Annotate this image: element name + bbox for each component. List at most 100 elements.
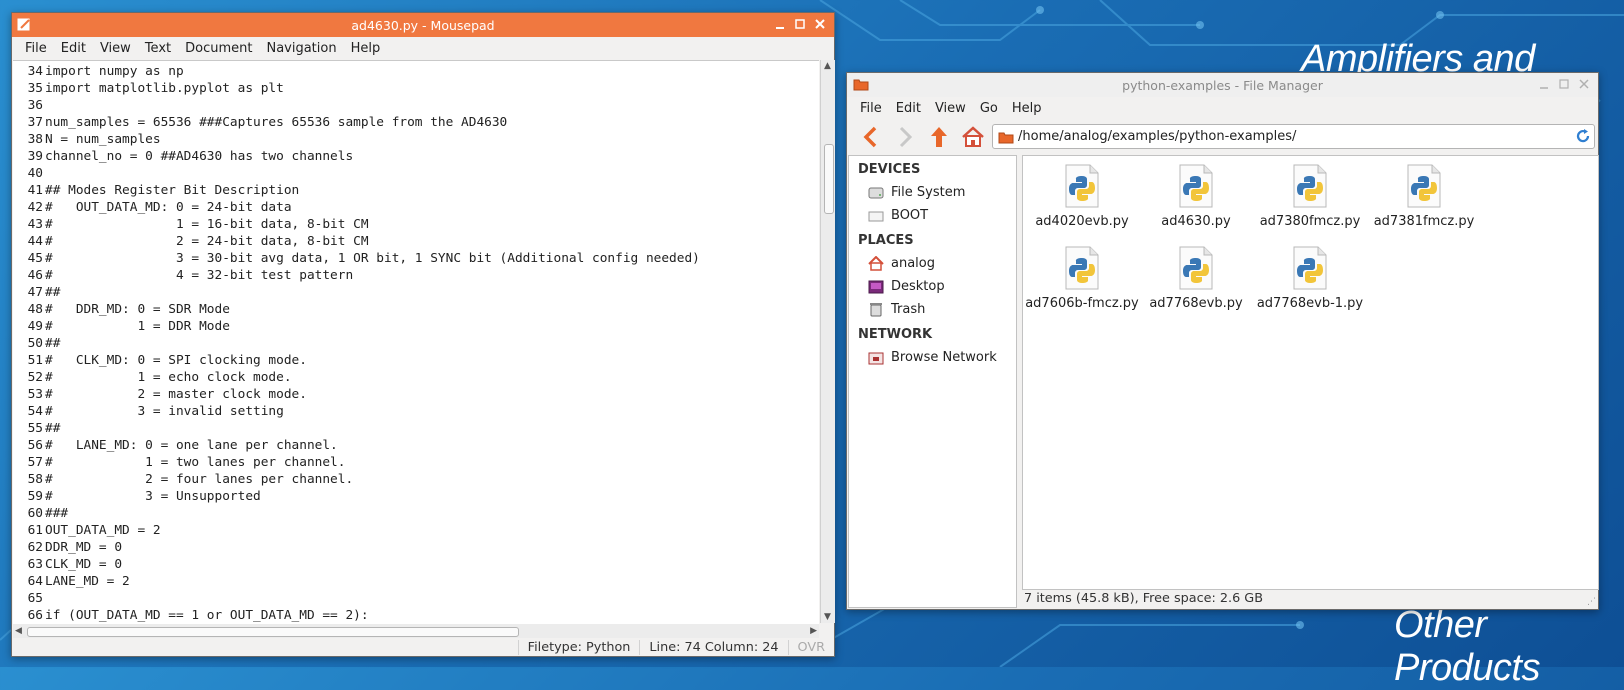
- code-line: 64 LANE_MD = 2: [13, 573, 819, 590]
- menu-view[interactable]: View: [93, 41, 138, 56]
- code-line: 45 # 3 = 30-bit avg data, 1 OR bit, 1 SYN…: [13, 250, 819, 267]
- line-text: # 1 = two lanes per channel.: [45, 455, 346, 470]
- reload-icon[interactable]: [1575, 128, 1591, 148]
- sidebar-item-trash[interactable]: Trash: [849, 298, 1016, 321]
- menu-view[interactable]: View: [928, 101, 973, 116]
- code-line: 37 num_samples = 65536 ###Captures 65536 …: [13, 114, 819, 131]
- line-number: 47: [27, 285, 43, 300]
- line-text: ## Modes Register Bit Description: [45, 183, 300, 198]
- line-text: # LANE_MD: 0 = one lane per channel.: [45, 438, 338, 453]
- places-header: PLACES: [858, 233, 914, 248]
- sidebar-item-analog[interactable]: analog: [849, 252, 1016, 275]
- line-text: DDR_MD = 0: [45, 540, 123, 555]
- file-item[interactable]: ad7768evb-1.py: [1253, 246, 1367, 311]
- network-icon: [868, 350, 884, 366]
- code-line: 42 # OUT_DATA_MD: 0 = 24-bit data: [13, 199, 819, 216]
- close-icon[interactable]: [1576, 76, 1592, 92]
- sidebar-item-boot[interactable]: BOOT: [849, 204, 1016, 227]
- line-number: 56: [27, 438, 43, 453]
- fm-titlebar[interactable]: python-examples - File Manager: [847, 73, 1598, 97]
- scroll-down-icon[interactable]: ▼: [824, 612, 831, 622]
- menu-text[interactable]: Text: [138, 41, 178, 56]
- location-bar[interactable]: /home/analog/examples/python-examples/: [992, 124, 1595, 149]
- menu-edit[interactable]: Edit: [54, 41, 93, 56]
- menu-edit[interactable]: Edit: [889, 101, 928, 116]
- file-item[interactable]: ad4630.py: [1139, 164, 1253, 229]
- scroll-left-icon[interactable]: ◀: [15, 626, 22, 636]
- maximize-icon[interactable]: [792, 16, 808, 32]
- drive-icon: [868, 208, 884, 224]
- file-item[interactable]: ad4020evb.py: [1025, 164, 1139, 229]
- home-icon[interactable]: [959, 123, 987, 151]
- sidebar-resize-handle[interactable]: [1016, 155, 1021, 606]
- location-path[interactable]: /home/analog/examples/python-examples/: [1018, 129, 1296, 144]
- vertical-scrollbar[interactable]: ▲ ▼: [820, 60, 835, 623]
- line-text: N = num_samples: [45, 132, 161, 147]
- back-icon[interactable]: [857, 123, 885, 151]
- code-lines: 34 import numpy as np 35 import matplotlib.…: [13, 63, 819, 624]
- line-number: 51: [27, 353, 43, 368]
- menu-navigation[interactable]: Navigation: [259, 41, 343, 56]
- line-text: import matplotlib.pyplot as plt: [45, 81, 284, 96]
- file-grid: ad4020evb.py ad4630.py ad7380fmcz.py ad7381…: [1022, 155, 1599, 590]
- desktop-icon: [868, 279, 884, 295]
- menu-file[interactable]: File: [853, 101, 889, 116]
- menu-go[interactable]: Go: [973, 101, 1005, 116]
- editor-app-icon: [17, 17, 31, 34]
- line-number: 55: [27, 421, 43, 436]
- code-line: 62 DDR_MD = 0: [13, 539, 819, 556]
- line-number: 43: [27, 217, 43, 232]
- overwrite-mode-status[interactable]: OVR: [787, 640, 835, 655]
- sidebar-item-file-system[interactable]: File System: [849, 181, 1016, 204]
- line-text: ##: [45, 421, 61, 436]
- line-number: 65: [27, 591, 43, 606]
- code-line: 66 if (OUT_DATA_MD == 1 or OUT_DATA_MD ==…: [13, 607, 819, 624]
- fm-sidebar: DEVICES File System BOOT PLACES analog D…: [848, 155, 1017, 608]
- minimize-icon[interactable]: [772, 16, 788, 32]
- code-line: 52 # 1 = echo clock mode.: [13, 369, 819, 386]
- menu-file[interactable]: File: [18, 41, 54, 56]
- code-editor-area[interactable]: 34 import numpy as np 35 import matplotlib.…: [13, 60, 819, 624]
- line-text: CLK_MD = 0: [45, 557, 123, 572]
- forward-icon[interactable]: [891, 123, 919, 151]
- code-line: 41 ## Modes Register Bit Description: [13, 182, 819, 199]
- file-item[interactable]: ad7380fmcz.py: [1253, 164, 1367, 229]
- sidebar-item-desktop[interactable]: Desktop: [849, 275, 1016, 298]
- maximize-icon[interactable]: [1556, 76, 1572, 92]
- menu-help[interactable]: Help: [344, 41, 388, 56]
- harddisk-icon: [868, 185, 884, 201]
- filetype-status[interactable]: Filetype: Python: [517, 640, 640, 655]
- vertical-scroll-thumb[interactable]: [824, 144, 834, 214]
- fm-menubar: File Edit View Go Help: [847, 97, 1598, 119]
- line-text: # 1 = echo clock mode.: [45, 370, 292, 385]
- line-text: # 2 = four lanes per channel.: [45, 472, 354, 487]
- editor-menubar: File Edit View Text Document Navigation …: [12, 37, 834, 59]
- file-name: ad4630.py: [1161, 214, 1231, 229]
- line-text: if (OUT_DATA_MD == 1 or OUT_DATA_MD == 2…: [45, 608, 369, 623]
- horizontal-scrollbar[interactable]: ◀ ▶: [13, 624, 819, 638]
- line-number: 58: [27, 472, 43, 487]
- scroll-up-icon[interactable]: ▲: [824, 61, 831, 71]
- editor-titlebar[interactable]: ad4630.py - Mousepad: [12, 13, 834, 37]
- horizontal-scroll-thumb[interactable]: [27, 627, 519, 637]
- parent-folder-icon[interactable]: [925, 123, 953, 151]
- minimize-icon[interactable]: [1536, 76, 1552, 92]
- python-file-icon: [1064, 246, 1100, 290]
- scroll-right-icon[interactable]: ▶: [810, 626, 817, 636]
- line-text: # 1 = DDR Mode: [45, 319, 230, 334]
- trash-icon: [868, 302, 884, 318]
- code-line: 40: [13, 165, 819, 182]
- line-number: 39: [27, 149, 43, 164]
- code-line: 58 # 2 = four lanes per channel.: [13, 471, 819, 488]
- close-icon[interactable]: [812, 16, 828, 32]
- file-item[interactable]: ad7606b-fmcz.py: [1025, 246, 1139, 311]
- file-item[interactable]: ad7768evb.py: [1139, 246, 1253, 311]
- file-item[interactable]: ad7381fmcz.py: [1367, 164, 1481, 229]
- line-text: # DDR_MD: 0 = SDR Mode: [45, 302, 230, 317]
- resize-grip-icon[interactable]: ⋰: [1587, 597, 1596, 607]
- menu-document[interactable]: Document: [178, 41, 259, 56]
- menu-help[interactable]: Help: [1005, 101, 1049, 116]
- sidebar-item-browse-network[interactable]: Browse Network: [849, 346, 1016, 369]
- line-number: 40: [27, 166, 43, 181]
- line-text: ##: [45, 285, 61, 300]
